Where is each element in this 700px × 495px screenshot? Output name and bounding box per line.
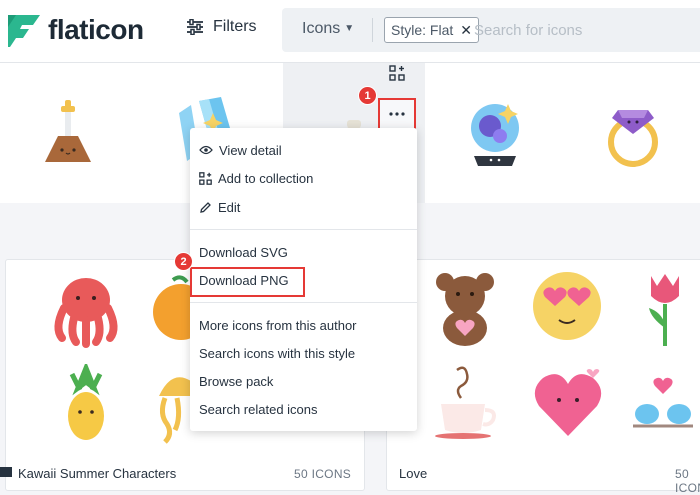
menu-item-add-to-collection[interactable]: Add to collection — [199, 168, 313, 188]
style-filter-label: Style: Flat — [391, 22, 454, 38]
menu-item-label: View detail — [219, 142, 282, 158]
menu-item-search-related[interactable]: Search related icons — [199, 399, 318, 419]
search-input[interactable] — [472, 16, 696, 44]
orange-icon — [153, 275, 195, 340]
step-badge-1: 1 — [358, 86, 377, 105]
more-options-button[interactable] — [378, 98, 416, 130]
crystal-ball-icon — [471, 104, 519, 166]
octopus-icon — [54, 278, 118, 348]
icon-card-crystal-ball[interactable] — [425, 63, 565, 203]
filters-button[interactable]: Filters — [186, 18, 257, 36]
brand-name: flaticon — [48, 14, 144, 45]
search-bar: Icons ▼ Style: Flat ✕ — [282, 8, 700, 52]
heart-icon — [534, 369, 602, 436]
menu-item-download-png[interactable]: Download PNG — [199, 270, 289, 290]
jellyfish-icon — [159, 377, 195, 444]
sliders-icon — [187, 19, 203, 35]
type-dropdown-label: Icons — [302, 20, 341, 37]
filters-label: Filters — [213, 18, 257, 35]
heart-eyes-emoji-icon — [533, 272, 601, 340]
top-header: flaticon Filters Icons ▼ Style: Flat ✕ — [0, 0, 700, 63]
diamond-ring-icon — [607, 110, 658, 167]
menu-item-label: Add to collection — [218, 170, 314, 186]
menu-item-label: More icons from this author — [199, 317, 357, 333]
collection-add-icon — [199, 171, 212, 185]
flaticon-logo-icon — [8, 15, 40, 47]
style-filter-tag: Style: Flat ✕ — [384, 17, 479, 43]
menu-item-more-from-author[interactable]: More icons from this author — [199, 315, 357, 335]
menu-item-label: Download SVG — [199, 244, 288, 260]
pack-title: Kawaii Summer Characters — [18, 466, 177, 481]
menu-item-view-detail[interactable]: View detail — [199, 140, 282, 160]
pack-icon-count: 50 ICONS — [294, 467, 352, 481]
icon-card-sword[interactable] — [0, 63, 135, 203]
tulip-icon — [649, 274, 679, 346]
add-to-collection-button[interactable] — [383, 59, 411, 87]
lovebirds-icon — [633, 377, 693, 428]
close-icon[interactable]: ✕ — [460, 22, 472, 39]
pack-title: Love — [399, 466, 428, 481]
type-dropdown[interactable]: Icons ▼ — [302, 20, 354, 38]
icon-card-ring[interactable] — [565, 63, 700, 203]
coffee-cup-icon — [435, 366, 496, 439]
menu-item-label: Browse pack — [199, 373, 274, 389]
menu-item-label: Search icons with this style — [199, 345, 356, 361]
sword-in-stone-icon — [44, 100, 91, 162]
flaticon-logo[interactable]: flaticon — [6, 12, 144, 48]
collection-add-icon — [389, 65, 405, 81]
menu-item-browse-pack[interactable]: Browse pack — [199, 371, 273, 391]
menu-item-download-svg[interactable]: Download SVG — [199, 242, 288, 262]
divider — [372, 18, 373, 42]
step-badge-2: 2 — [174, 252, 193, 271]
menu-item-label: Search related icons — [199, 401, 318, 417]
menu-item-edit[interactable]: Edit — [199, 197, 240, 217]
menu-item-search-style[interactable]: Search icons with this style — [199, 343, 355, 363]
pineapple-icon — [68, 364, 104, 440]
pack-icon-count: 50 ICONS — [675, 467, 700, 495]
teddy-bear-icon — [436, 273, 494, 346]
menu-divider — [190, 229, 417, 230]
eye-icon — [199, 145, 213, 155]
pack-card-love[interactable]: Love 50 ICONS — [386, 259, 700, 495]
more-dots-icon — [389, 112, 405, 116]
menu-item-label: Edit — [218, 199, 241, 215]
menu-divider — [190, 302, 417, 303]
caret-down-icon: ▼ — [344, 23, 355, 34]
pencil-icon — [200, 201, 211, 213]
corner-marker — [0, 467, 12, 477]
menu-item-label: Download PNG — [199, 272, 289, 288]
icon-context-menu: View detail Add to collection Edit Downl… — [190, 128, 417, 431]
